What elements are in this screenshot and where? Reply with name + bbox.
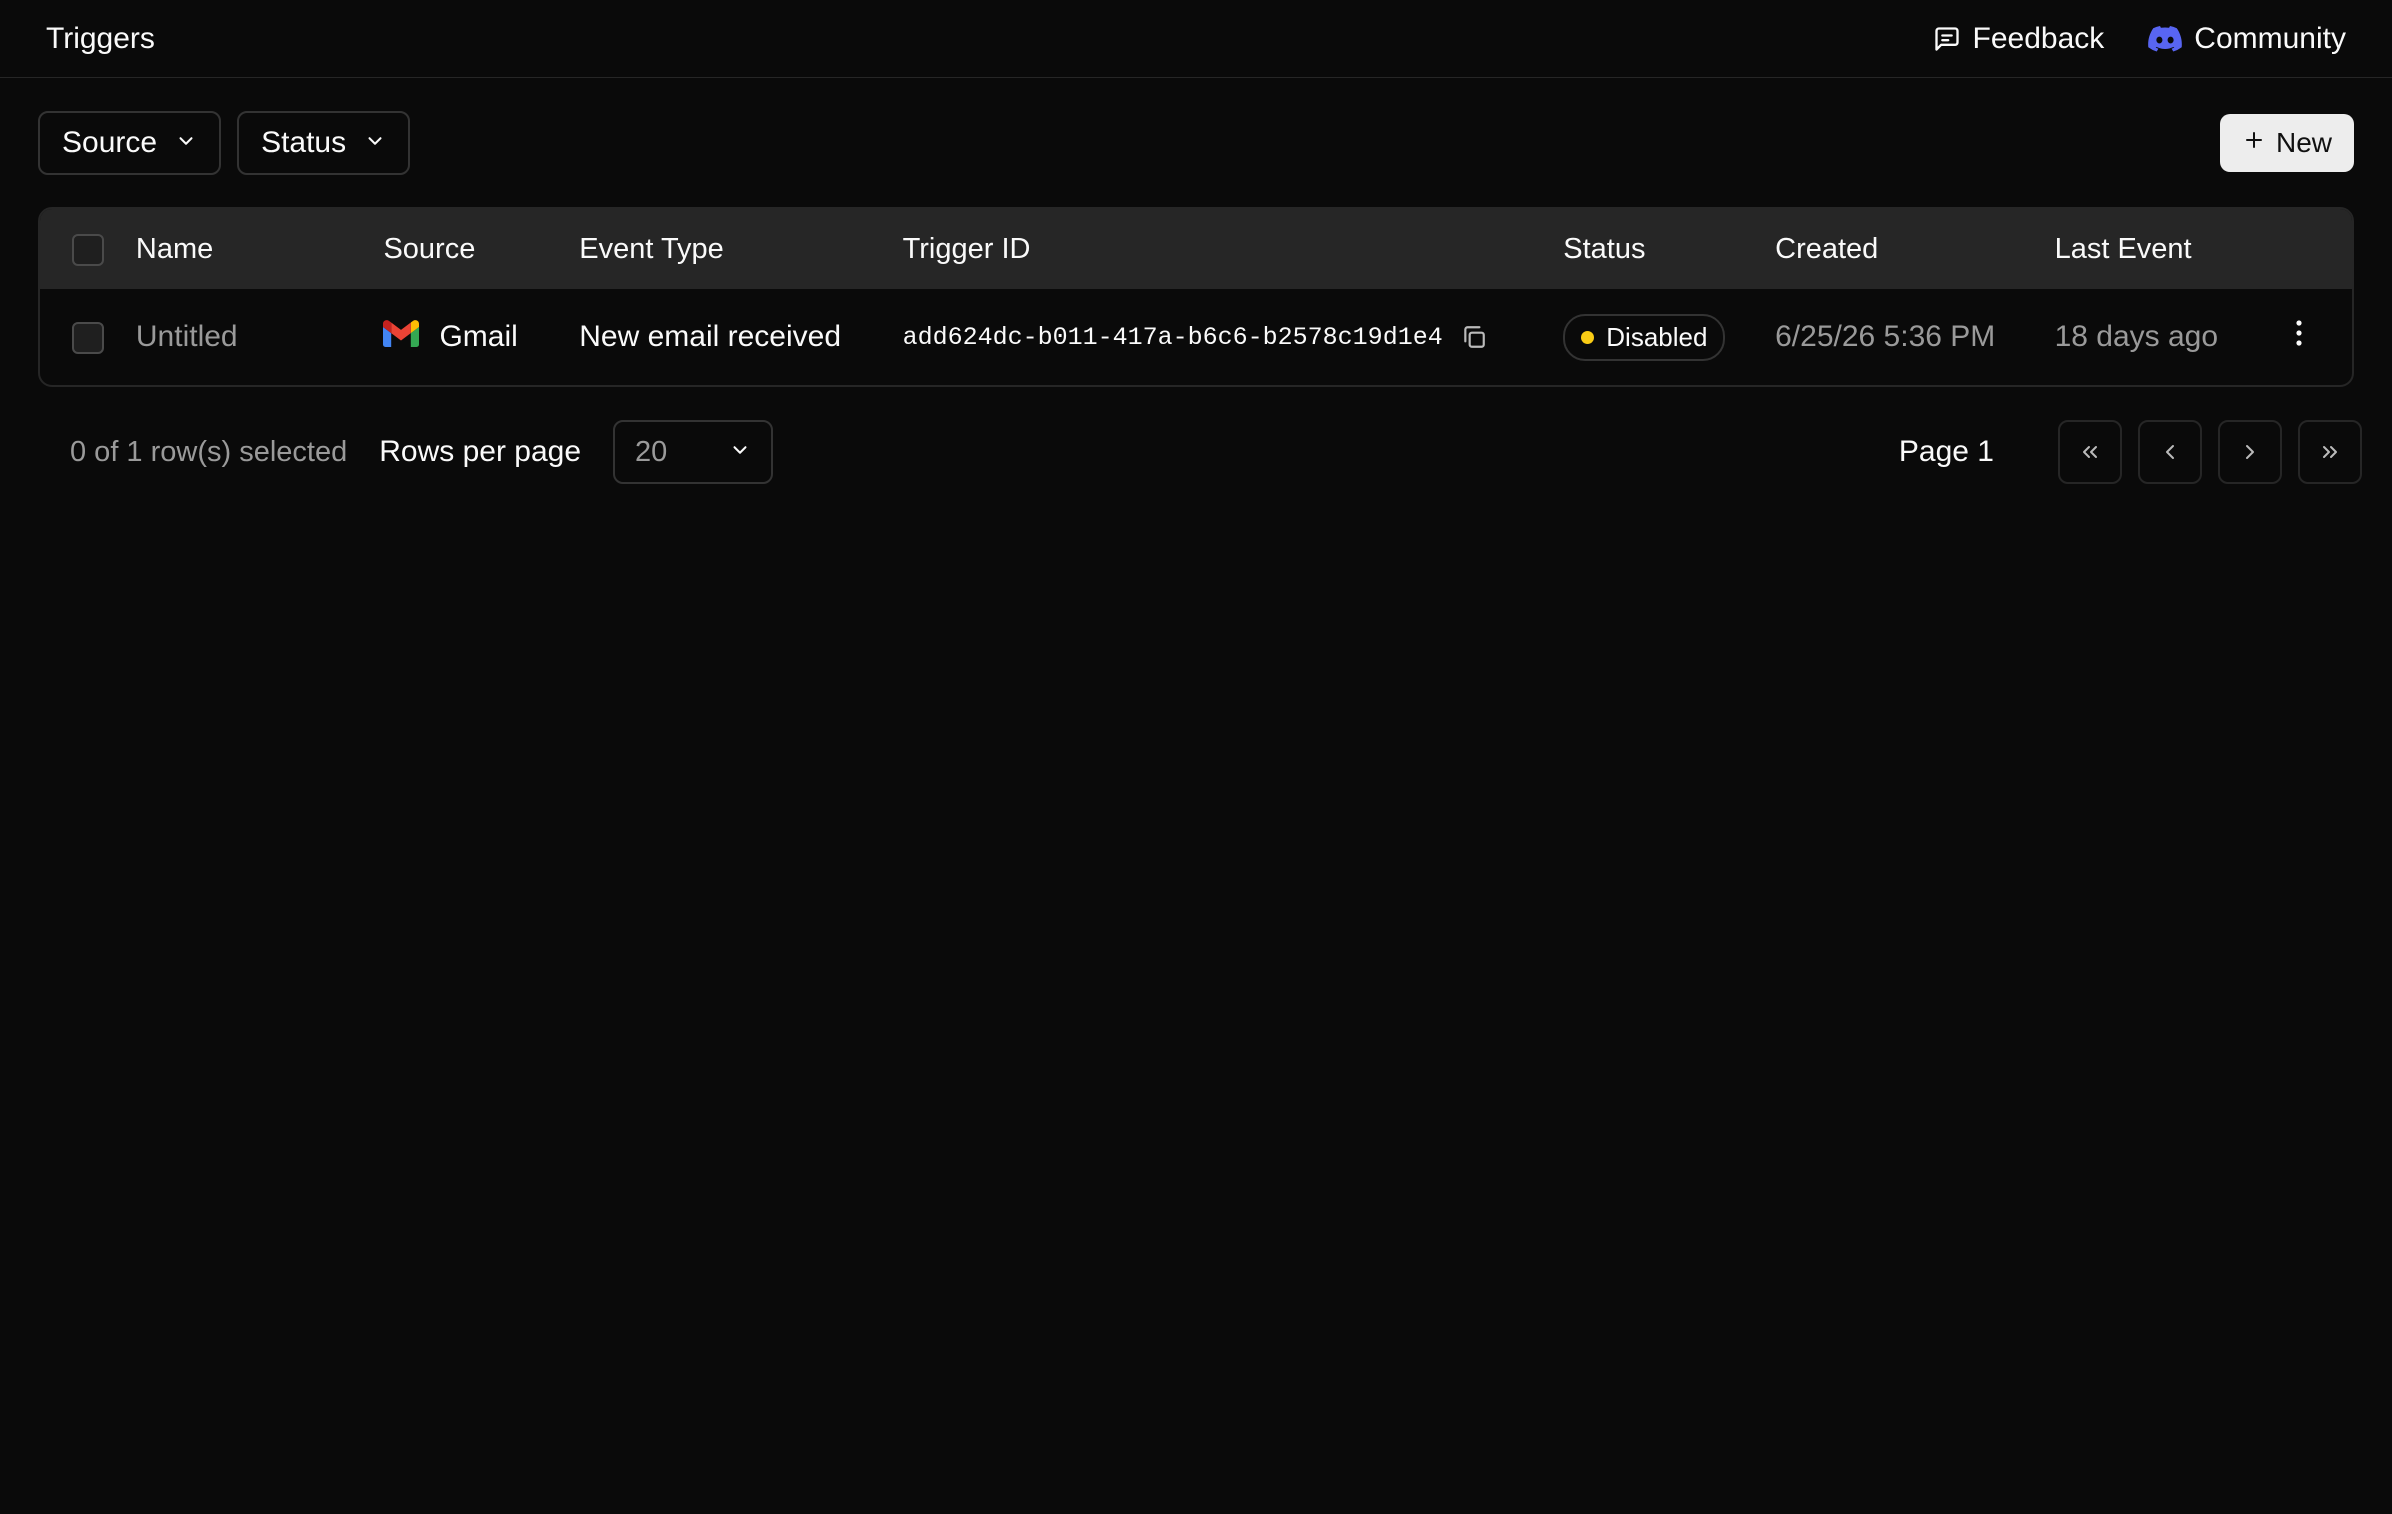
selection-count: 0 of 1 row(s) selected — [70, 435, 348, 468]
chevrons-right-icon — [2323, 446, 2337, 458]
gmail-icon — [383, 319, 420, 355]
page-title: Triggers — [46, 21, 155, 55]
source-name: Gmail — [439, 320, 518, 353]
footer-left: 0 of 1 row(s) selected Rows per page 20 — [70, 420, 774, 484]
community-link[interactable]: Community — [2148, 22, 2346, 56]
last-page-button[interactable] — [2298, 420, 2362, 484]
feedback-link[interactable]: Feedback — [1933, 21, 2105, 56]
toolbar: Source Status New — [0, 111, 2392, 175]
trigger-name[interactable]: Untitled — [136, 289, 384, 385]
filters: Source Status — [38, 111, 411, 175]
pager-buttons — [2058, 420, 2362, 484]
chevron-down-icon — [364, 126, 386, 160]
new-label: New — [2275, 127, 2332, 158]
community-label: Community — [2194, 21, 2346, 55]
message-square-icon — [1933, 25, 1961, 53]
pagination: Page 1 — [1899, 420, 2362, 484]
trigger-id-cell: add624dc-b011-417a-b6c6-b2578c19d1e4 — [903, 323, 1564, 352]
column-header-created[interactable]: Created — [1775, 209, 2054, 289]
new-trigger-button[interactable]: New — [2219, 114, 2354, 172]
created-date: 6/25/26 5:36 PM — [1775, 320, 1996, 353]
chevron-right-icon — [2246, 445, 2254, 459]
row-checkbox[interactable] — [72, 322, 104, 355]
more-vertical-icon — [2296, 320, 2302, 346]
first-page-button[interactable] — [2058, 420, 2122, 484]
discord-icon — [2148, 25, 2183, 53]
copy-icon[interactable] — [1461, 324, 1487, 350]
top-bar: Triggers Feedback Community — [0, 0, 2392, 78]
column-header-event-type[interactable]: Event Type — [579, 209, 902, 289]
status-badge: Disabled — [1563, 313, 1726, 361]
column-header-trigger-id[interactable]: Trigger ID — [903, 209, 1564, 289]
chevron-down-icon — [175, 126, 197, 160]
status-filter-button[interactable]: Status — [237, 111, 411, 175]
column-header-name[interactable]: Name — [136, 209, 384, 289]
column-header-last-event[interactable]: Last Event — [2055, 209, 2295, 289]
previous-page-button[interactable] — [2138, 420, 2202, 484]
chevron-down-icon — [729, 436, 751, 469]
source-filter-label: Source — [62, 126, 158, 159]
rows-per-page-select[interactable]: 20 — [613, 420, 774, 484]
column-header-status[interactable]: Status — [1563, 209, 1775, 289]
table-row[interactable]: Untitled Gmail New email received add624… — [40, 289, 2352, 385]
last-event: 18 days ago — [2054, 320, 2219, 353]
triggers-table: Name Source Event Type Trigger ID Status… — [38, 207, 2354, 387]
status-label: Disabled — [1606, 321, 1708, 352]
row-actions-button[interactable] — [2294, 319, 2304, 347]
feedback-label: Feedback — [1972, 21, 2105, 55]
rows-per-page-label: Rows per page — [379, 435, 582, 468]
column-header-source[interactable]: Source — [383, 209, 579, 289]
chevrons-left-icon — [2083, 446, 2097, 458]
rows-per-page-value: 20 — [635, 435, 668, 468]
top-actions: Feedback Community — [1933, 22, 2346, 56]
column-header-actions — [2294, 209, 2352, 289]
table-footer: 0 of 1 row(s) selected Rows per page 20 … — [0, 420, 2392, 484]
next-page-button[interactable] — [2218, 420, 2282, 484]
table-header-row: Name Source Event Type Trigger ID Status… — [40, 209, 2352, 289]
chevron-left-icon — [2166, 445, 2174, 459]
select-all-checkbox[interactable] — [72, 233, 104, 266]
trigger-id: add624dc-b011-417a-b6c6-b2578c19d1e4 — [902, 322, 1443, 352]
status-filter-label: Status — [261, 126, 347, 159]
status-dot-icon — [1581, 330, 1595, 344]
plus-icon — [2242, 127, 2266, 159]
source-cell: Gmail — [383, 319, 579, 355]
event-type: New email received — [579, 320, 842, 353]
source-filter-button[interactable]: Source — [38, 111, 222, 175]
page-indicator: Page 1 — [1898, 435, 1994, 468]
